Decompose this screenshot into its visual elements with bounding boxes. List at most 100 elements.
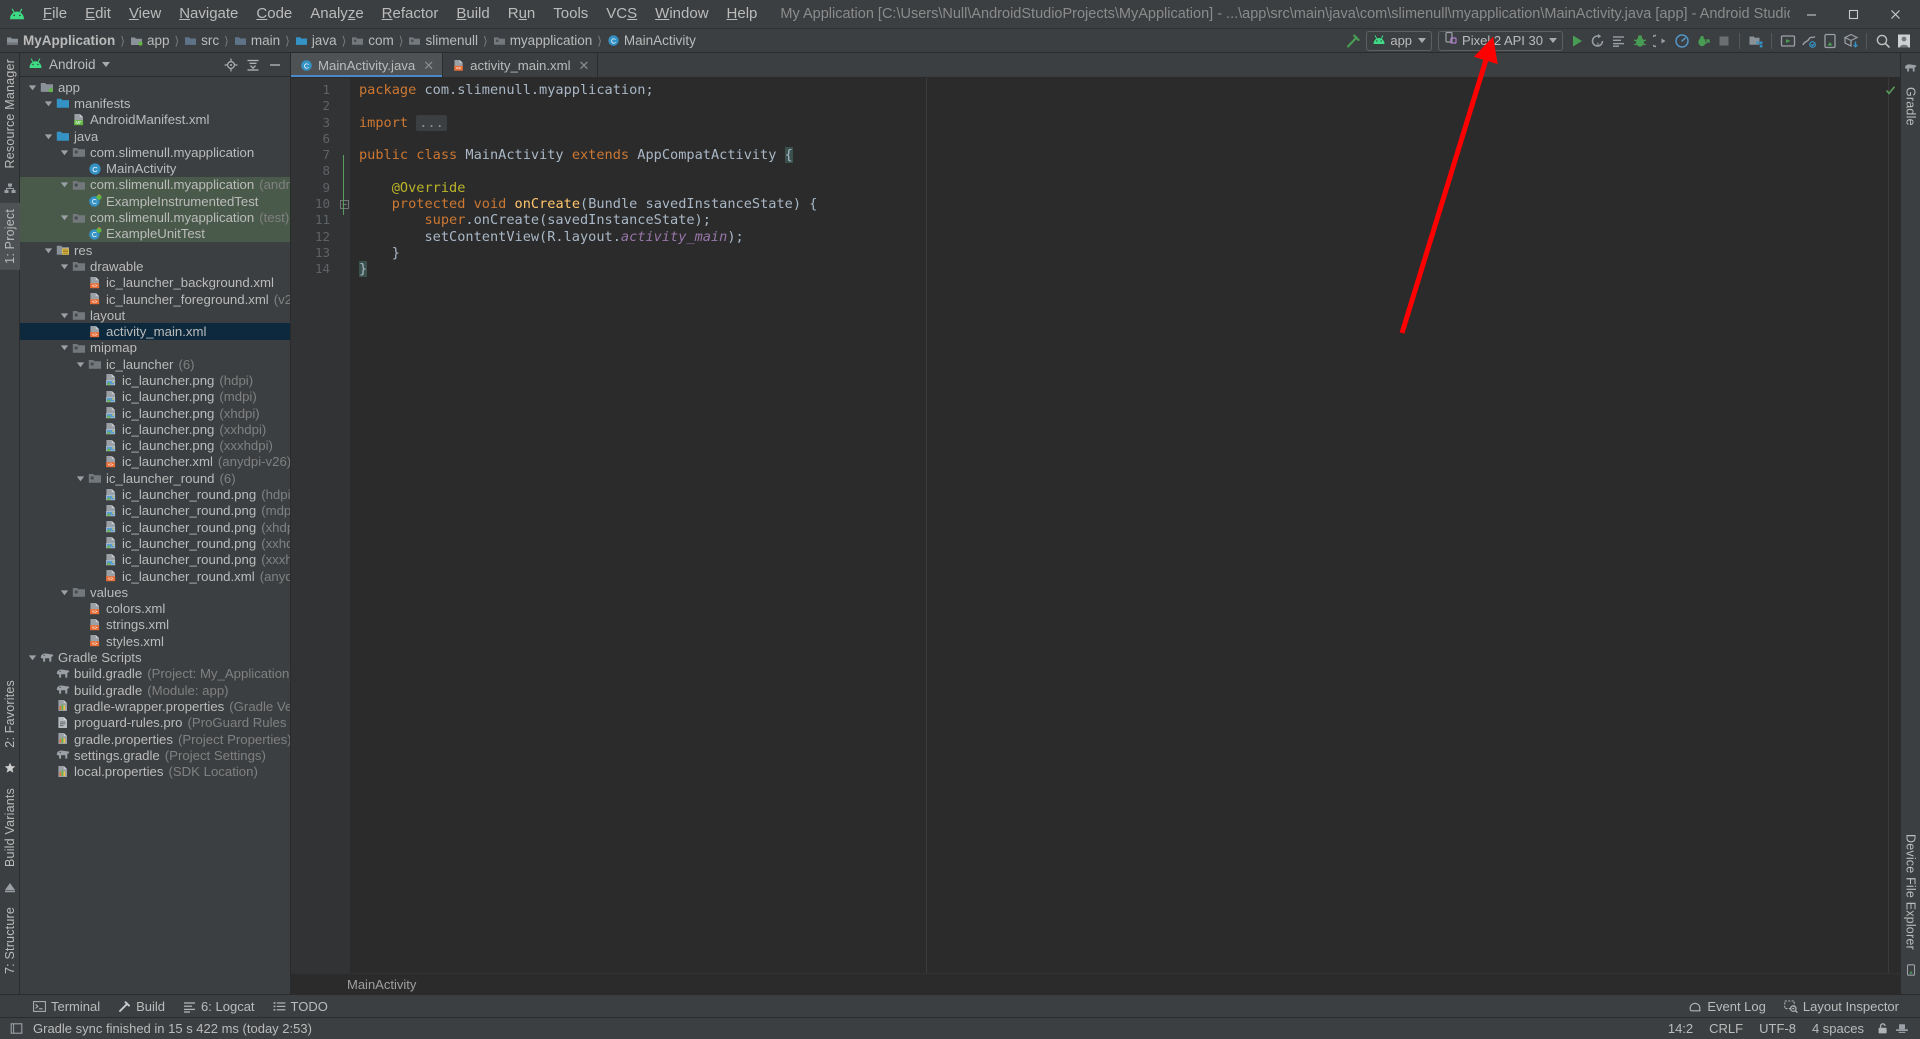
tree-row[interactable]: build.gradle (Project: My_Application) xyxy=(20,666,290,682)
close-icon[interactable]: ✕ xyxy=(579,59,590,72)
menu-code[interactable]: Code xyxy=(247,2,301,26)
menu-refactor[interactable]: Refactor xyxy=(373,2,448,26)
tree-row[interactable]: ic_launcher_round (6) xyxy=(20,470,290,486)
build-hammer-icon[interactable] xyxy=(1342,30,1363,52)
breadcrumb-item-myapplication[interactable]: MyApplication xyxy=(6,33,115,48)
chevron-down-icon[interactable] xyxy=(26,79,38,95)
tree-row[interactable]: ic_launcher.png (xhdpi) xyxy=(20,405,290,421)
profiler-icon[interactable] xyxy=(1671,30,1692,52)
menu-navigate[interactable]: Navigate xyxy=(170,2,247,26)
tree-row[interactable]: ic_launcher_round.png(xhdpi) xyxy=(20,519,290,535)
breadcrumb-item-mainactivity[interactable]: C MainActivity xyxy=(607,33,696,48)
menu-file[interactable]: File xyxy=(34,2,76,26)
collapse-all-icon[interactable] xyxy=(242,54,264,76)
account-icon[interactable] xyxy=(1893,30,1914,52)
menu-run[interactable]: Run xyxy=(499,2,545,26)
sdk-manager-icon[interactable] xyxy=(1798,30,1819,52)
tree-row[interactable]: <> styles.xml xyxy=(20,633,290,649)
tree-row[interactable]: values xyxy=(20,584,290,600)
tree-row[interactable]: gradle.properties (Project Properties) xyxy=(20,731,290,747)
tool-window-terminal[interactable]: Terminal xyxy=(24,997,109,1016)
inspection-hat-icon[interactable] xyxy=(1892,1019,1912,1039)
device-file-explorer-icon[interactable] xyxy=(1819,30,1840,52)
breadcrumb-item-java[interactable]: java xyxy=(295,33,337,48)
structure-dots-icon[interactable] xyxy=(0,179,20,199)
rail-tab-build-variants[interactable]: Build Variants xyxy=(0,782,20,873)
tree-row[interactable]: res xyxy=(20,242,290,258)
chevron-down-icon[interactable] xyxy=(58,258,70,274)
event-log-button[interactable]: Event Log xyxy=(1680,997,1775,1016)
tree-row[interactable]: com.slimenull.myapplication(androidTest) xyxy=(20,176,290,194)
breadcrumb-item-main[interactable]: main xyxy=(234,33,280,48)
chevron-down-icon[interactable] xyxy=(74,356,86,372)
menu-vcs[interactable]: VCS xyxy=(597,2,646,26)
tree-row[interactable]: settings.gradle (Project Settings) xyxy=(20,747,290,763)
tree-row[interactable]: proguard-rules.pro(ProGuard Rules for ap… xyxy=(20,715,290,731)
code-content[interactable]: package com.slimenull.myapplication; imp… xyxy=(350,78,1888,973)
locate-icon[interactable] xyxy=(220,54,242,76)
run-button[interactable] xyxy=(1566,30,1587,52)
tool-window-build[interactable]: Build xyxy=(109,997,174,1016)
code-folding-column[interactable] xyxy=(338,78,350,973)
breadcrumb-item-slimenull[interactable]: slimenull xyxy=(408,33,478,48)
menu-build[interactable]: Build xyxy=(447,2,498,26)
tree-row[interactable]: <> strings.xml xyxy=(20,617,290,633)
breadcrumb-item-src[interactable]: src xyxy=(184,33,219,48)
build-variants-icon[interactable] xyxy=(0,877,20,897)
chevron-down-icon[interactable] xyxy=(58,584,70,600)
rail-tab-resource-manager[interactable]: Resource Manager xyxy=(0,53,20,175)
tree-row[interactable]: ic_launcher.png (hdpi) xyxy=(20,372,290,388)
chevron-down-icon[interactable] xyxy=(42,95,54,111)
tree-row[interactable]: Gradle Scripts xyxy=(20,649,290,665)
tree-row[interactable]: <> ic_launcher_background.xml xyxy=(20,275,290,291)
tree-row[interactable]: ic_launcher_round.png(mdpi) xyxy=(20,503,290,519)
chevron-down-icon[interactable] xyxy=(26,650,38,666)
breadcrumb-item-myapplication-pkg[interactable]: myapplication xyxy=(493,33,592,48)
tree-row[interactable]: ic_launcher.png (mdpi) xyxy=(20,389,290,405)
tree-row[interactable]: ic_launcher (6) xyxy=(20,356,290,372)
chevron-down-icon[interactable] xyxy=(58,144,70,160)
tree-row[interactable]: <> ic_launcher_round.xml(anydpi-v26) xyxy=(20,568,290,584)
favorites-star-icon[interactable] xyxy=(0,758,20,778)
apply-code-changes-icon[interactable] xyxy=(1608,30,1629,52)
fold-collapse-method-icon[interactable] xyxy=(338,196,350,212)
tool-window-logcat[interactable]: 6: Logcat xyxy=(174,997,264,1016)
inspection-status-icon[interactable] xyxy=(1885,83,1896,101)
rail-tab-device-file-explorer[interactable]: Device File Explorer xyxy=(1901,828,1920,956)
lock-icon[interactable] xyxy=(1872,1019,1892,1039)
chevron-down-icon[interactable] xyxy=(58,210,70,226)
tree-row[interactable]: ic_launcher_round.png(hdpi) xyxy=(20,486,290,502)
debug-button[interactable] xyxy=(1629,30,1650,52)
tree-row[interactable]: com.slimenull.myapplication (test) xyxy=(20,209,290,226)
tree-row[interactable]: build.gradle (Module: app) xyxy=(20,682,290,698)
close-icon[interactable]: ✕ xyxy=(423,59,434,72)
indent-setting[interactable]: 4 spaces xyxy=(1804,1021,1872,1036)
file-encoding[interactable]: UTF-8 xyxy=(1751,1021,1804,1036)
hide-icon[interactable] xyxy=(264,54,286,76)
tree-row[interactable]: <> ic_launcher.xml (anydpi-v26) xyxy=(20,454,290,470)
chevron-down-icon[interactable] xyxy=(42,128,54,144)
tree-row[interactable]: gradle-wrapper.properties(Gradle Version… xyxy=(20,698,290,714)
chevron-down-icon[interactable] xyxy=(101,62,110,67)
rail-tab-gradle[interactable]: Gradle xyxy=(1901,81,1920,132)
tree-row[interactable]: ic_launcher_round.png(xxhdpi) xyxy=(20,535,290,551)
breadcrumb-item-app[interactable]: app xyxy=(130,33,169,48)
run-configuration-selector[interactable]: app xyxy=(1366,30,1433,51)
tree-row[interactable]: C ExampleUnitTest xyxy=(20,225,290,242)
minimize-button[interactable] xyxy=(1790,0,1832,29)
tree-row[interactable]: <> colors.xml xyxy=(20,601,290,617)
menu-window[interactable]: Window xyxy=(646,2,717,26)
project-view-selector-label[interactable]: Android xyxy=(49,57,96,72)
chevron-down-icon[interactable] xyxy=(58,307,70,323)
chevron-down-icon[interactable] xyxy=(74,470,86,486)
status-message-icon[interactable] xyxy=(6,1019,26,1039)
menu-tools[interactable]: Tools xyxy=(544,2,597,26)
attach-debugger-icon[interactable] xyxy=(1650,30,1671,52)
menu-edit[interactable]: Edit xyxy=(76,2,120,26)
editor-body[interactable]: 12367<>891011121314 xyxy=(291,78,1900,973)
tree-row[interactable]: C MainActivity xyxy=(20,160,290,176)
tree-row[interactable]: C ExampleInstrumentedTest xyxy=(20,193,290,210)
stop-button[interactable] xyxy=(1713,30,1734,52)
device-file-explorer-rail-icon[interactable] xyxy=(1901,960,1920,980)
layout-inspector-icon[interactable] xyxy=(1840,30,1861,52)
